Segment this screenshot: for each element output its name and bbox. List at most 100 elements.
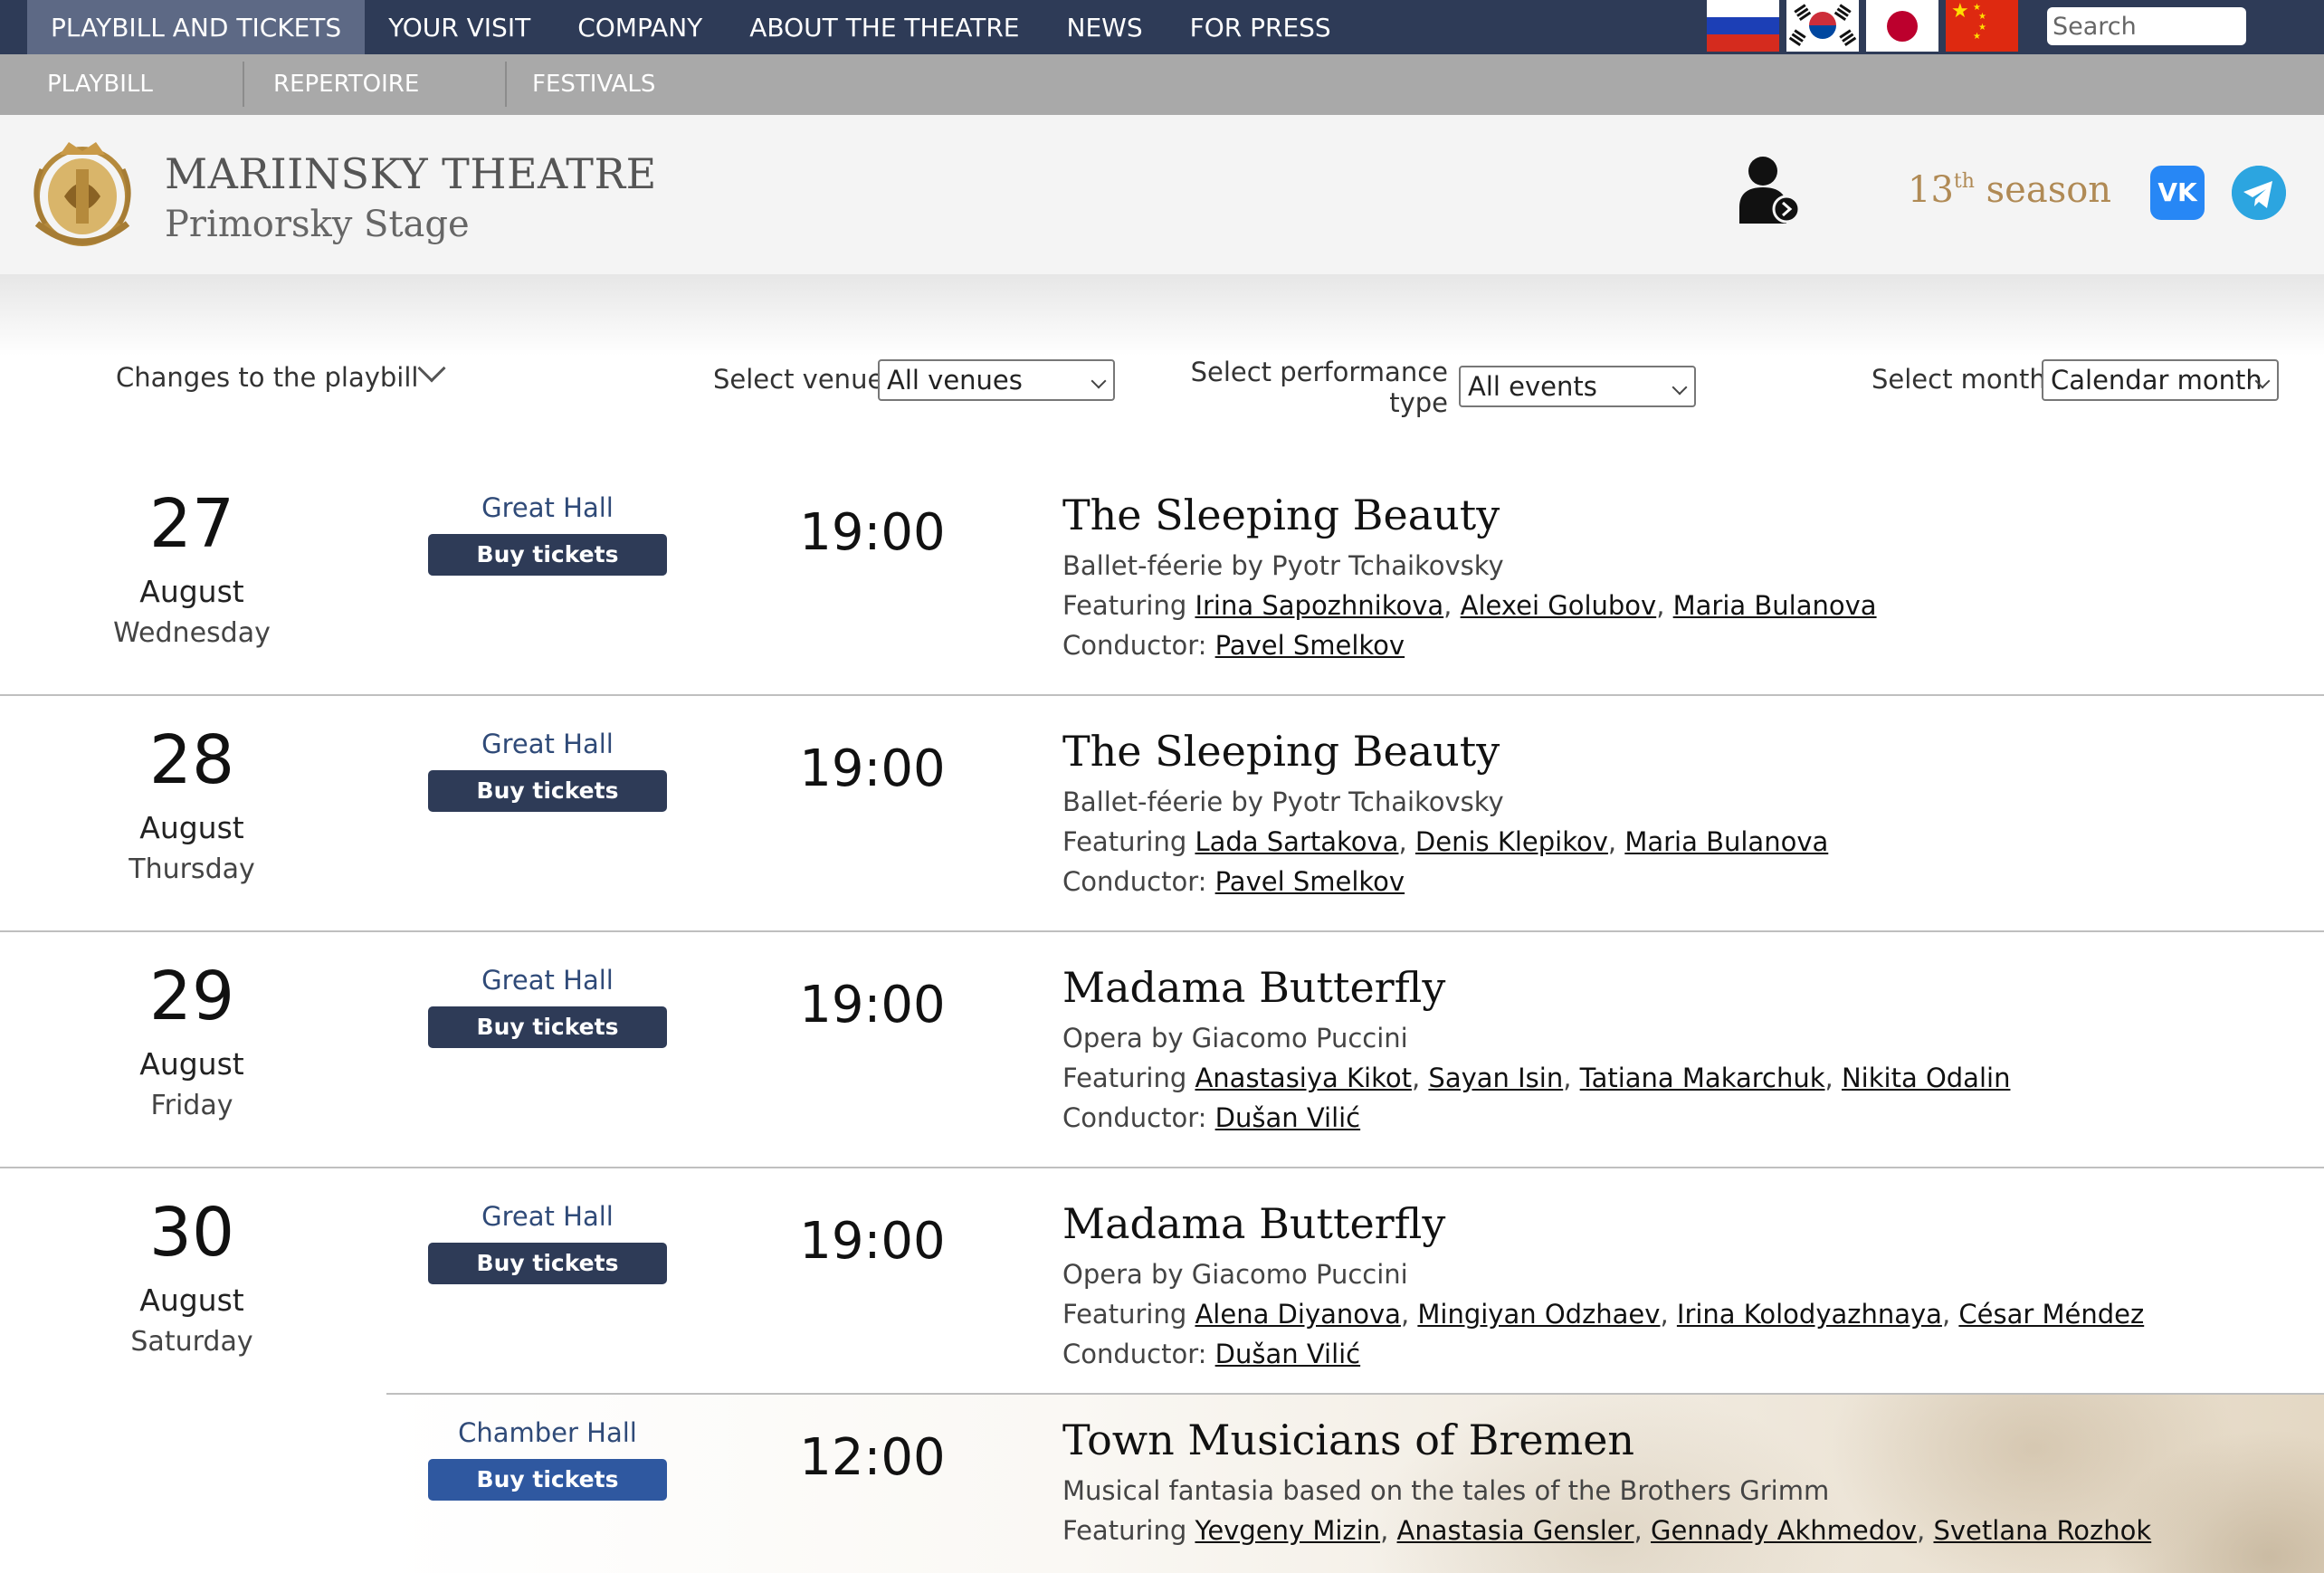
mariinsky-crest-logo[interactable] [24,133,141,254]
event-conductor: Conductor: Pavel Smelkov [1062,866,1405,897]
date-weekday: Thursday [129,853,255,885]
performer-link[interactable]: Yevgeny Mizin [1195,1515,1380,1546]
event-hall[interactable]: Great Hall [428,1201,667,1232]
row-divider [0,930,2324,932]
conductor-label: Conductor: [1062,630,1207,661]
performance-type-select[interactable]: All events [1459,366,1696,407]
sub-nav-repertoire[interactable]: REPERTOIRE [273,54,419,115]
conductor-link[interactable]: Dušan Vilić [1215,1102,1361,1133]
event-description: Ballet-féerie by Pyotr Tchaikovsky [1062,550,1504,581]
top-nav-for-press[interactable]: FOR PRESS [1167,0,1355,54]
event-description: Opera by Giacomo Puccini [1062,1023,1408,1053]
event-title[interactable]: The Sleeping Beauty [1062,727,1500,776]
month-select-value: Calendar month [2051,365,2262,396]
conductor-link[interactable]: Pavel Smelkov [1215,630,1405,661]
conductor-label: Conductor: [1062,866,1207,897]
sub-nav-divider [243,62,244,107]
top-nav-playbill-and-tickets[interactable]: PLAYBILL AND TICKETS [27,0,366,54]
telegram-icon[interactable] [2232,166,2286,220]
event-featuring: Featuring Anastasiya Kikot, Sayan Isin, … [1062,1063,2011,1093]
chevron-down-icon[interactable] [417,354,446,383]
top-nav-about-the-theatre[interactable]: ABOUT THE THEATRE [726,0,1043,54]
performer-link[interactable]: Svetlana Rozhok [1933,1515,2151,1546]
featuring-label: Featuring [1062,826,1187,857]
user-account-icon[interactable] [1738,153,1803,225]
event-featuring: Featuring Irina Sapozhnikova, Alexei Gol… [1062,590,1877,621]
performer-link[interactable]: Mingiyan Odzhaev [1417,1299,1660,1330]
featuring-label: Featuring [1062,1515,1187,1546]
event-title[interactable]: The Sleeping Beauty [1062,491,1500,539]
date-weekday: Saturday [130,1326,253,1358]
performer-link[interactable]: Lada Sartakova [1195,826,1398,857]
conductor-label: Conductor: [1062,1339,1207,1369]
theatre-title: MARIINSKY THEATRE [165,149,657,198]
featuring-label: Featuring [1062,1063,1187,1093]
featuring-label: Featuring [1062,590,1187,621]
event-hall[interactable]: Great Hall [428,965,667,996]
performer-link[interactable]: Tatiana Makarchuk [1580,1063,1825,1093]
performer-link[interactable]: Maria Bulanova [1673,590,1877,621]
russian-flag-icon[interactable] [1707,0,1779,52]
event-title[interactable]: Madama Butterfly [1062,1199,1445,1248]
date-month: August [139,1282,244,1318]
event-time: 19:00 [799,976,946,1034]
chevron-down-icon [1672,379,1688,396]
buy-tickets-button[interactable]: Buy tickets [428,770,667,812]
conductor-link[interactable]: Pavel Smelkov [1215,866,1405,897]
month-select[interactable]: Calendar month [2042,359,2279,401]
chinese-flag-icon[interactable]: ★ ★ ★ ★ ★ [1946,0,2018,52]
korean-flag-icon[interactable] [1786,0,1859,52]
performer-link[interactable]: Maria Bulanova [1624,826,1828,857]
performer-link[interactable]: Anastasiya Kikot [1195,1063,1412,1093]
performer-link[interactable]: Alexei Golubov [1461,590,1657,621]
event-title[interactable]: Madama Butterfly [1062,963,1445,1012]
theatre-subtitle: Primorsky Stage [165,204,470,245]
event-time: 19:00 [799,739,946,798]
date-day-number: 29 [148,958,235,1035]
event-hall[interactable]: Great Hall [428,492,667,523]
row-divider [0,1167,2324,1168]
buy-tickets-button[interactable]: Buy tickets [428,1459,667,1501]
performer-link[interactable]: Nikita Odalin [1842,1063,2010,1093]
japanese-flag-icon[interactable] [1866,0,1938,52]
changes-to-playbill-toggle[interactable]: Changes to the playbill [116,362,418,393]
event-hall[interactable]: Chamber Hall [428,1417,667,1448]
chevron-down-icon [1091,373,1107,389]
buy-tickets-button[interactable]: Buy tickets [428,1243,667,1284]
top-nav-news[interactable]: NEWS [1043,0,1167,54]
venue-select-value: All venues [887,365,1023,396]
row-divider [0,694,2324,696]
sub-nav-festivals[interactable]: FESTIVALS [532,54,655,115]
top-nav-company[interactable]: COMPANY [554,0,726,54]
venue-select[interactable]: All venues [878,359,1115,401]
event-hall[interactable]: Great Hall [428,729,667,759]
conductor-link[interactable]: Dušan Vilić [1215,1339,1361,1369]
season-number: 13 [1908,169,1954,211]
event-featuring: Featuring Yevgeny Mizin, Anastasia Gensl… [1062,1515,2152,1546]
event-description: Opera by Giacomo Puccini [1062,1259,1408,1290]
performer-link[interactable]: Irina Sapozhnikova [1195,590,1443,621]
event-title[interactable]: Town Musicians of Bremen [1062,1416,1634,1464]
vk-icon[interactable]: VK [2150,166,2205,220]
buy-tickets-button[interactable]: Buy tickets [428,1006,667,1048]
season-word: season [1986,169,2112,211]
month-label: Select month [1872,364,2046,395]
buy-tickets-button[interactable]: Buy tickets [428,534,667,576]
language-switcher: ★ ★ ★ ★ ★ [1707,0,2018,52]
event-time: 19:00 [799,1212,946,1271]
sub-nav-playbill[interactable]: PLAYBILL [47,54,153,115]
performer-link[interactable]: Alena Diyanova [1195,1299,1400,1330]
performer-link[interactable]: Anastasia Gensler [1397,1515,1634,1546]
performer-link[interactable]: César Méndez [1958,1299,2144,1330]
event-featuring: Featuring Alena Diyanova, Mingiyan Odzha… [1062,1299,2145,1330]
event-description: Musical fantasia based on the tales of t… [1062,1475,1830,1506]
date-month: August [139,574,244,609]
performer-link[interactable]: Denis Klepikov [1415,826,1608,857]
search-input[interactable] [2047,7,2246,45]
performer-link[interactable]: Gennady Akhmedov [1651,1515,1917,1546]
performer-link[interactable]: Irina Kolodyazhnaya [1677,1299,1942,1330]
performance-type-label-line1: Select performance [1190,357,1448,387]
performer-link[interactable]: Sayan Isin [1428,1063,1563,1093]
top-nav-your-visit[interactable]: YOUR VISIT [365,0,554,54]
venue-label: Select venue [713,364,884,395]
